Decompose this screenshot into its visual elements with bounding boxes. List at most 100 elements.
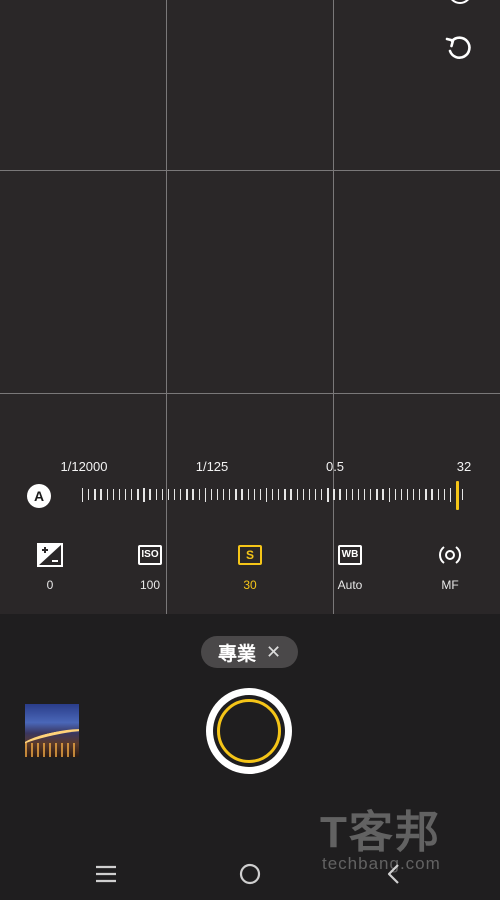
grid-line-horizontal: [0, 170, 500, 171]
scale-label-slow: 0.5: [325, 459, 345, 474]
slider-tick: [198, 489, 200, 500]
mode-iso[interactable]: ISO 100: [120, 543, 180, 592]
auto-mode-button[interactable]: A: [27, 484, 51, 508]
menu-icon[interactable]: [94, 862, 118, 891]
white-balance-value: Auto: [337, 578, 363, 592]
slider-tick: [388, 488, 390, 502]
slider-tick: [216, 489, 219, 500]
camera-screen: 1/12000 1/125 0.5 32 A 0 ISO 100 S 30 WB…: [0, 0, 500, 900]
slider-tick: [308, 489, 311, 500]
slider-tick: [253, 489, 255, 500]
focus-value: MF: [441, 578, 459, 592]
ev-value: 0: [46, 578, 54, 592]
shutter-speed-icon: S: [238, 545, 262, 565]
viewfinder[interactable]: 1/12000 1/125 0.5 32 A 0 ISO 100 S 30 WB…: [0, 0, 500, 614]
slider-tick: [259, 489, 262, 500]
slider-tick: [112, 489, 114, 500]
scale-label-min: 1/12000: [60, 459, 108, 474]
slider-tick: [284, 489, 286, 500]
slider-indicator[interactable]: [456, 481, 459, 510]
scale-label-max: 32: [456, 459, 472, 474]
slider-tick: [290, 489, 292, 500]
slider-tick: [370, 489, 372, 500]
slider-tick: [143, 488, 145, 502]
scale-label-mid: 1/125: [195, 459, 229, 474]
pro-mode-label: 專業: [217, 643, 256, 665]
shutter-speed-value: 30: [243, 578, 257, 592]
slider-tick: [265, 488, 268, 502]
slider-tick: [88, 489, 90, 500]
slider-tick: [449, 488, 452, 502]
watermark-cn: T客邦: [320, 808, 441, 857]
slider-tick: [223, 489, 225, 500]
slider-tick: [118, 489, 121, 500]
slider-tick: [106, 489, 108, 500]
slider-tick: [131, 489, 133, 500]
slider-tick: [419, 489, 421, 500]
grid-line-vertical: [333, 0, 334, 614]
slider-tick: [186, 489, 188, 500]
back-icon[interactable]: [382, 862, 406, 891]
slider-tick: [339, 489, 341, 500]
slider-tick: [345, 489, 347, 500]
settings-circle-icon[interactable]: [448, 0, 472, 4]
slider-tick: [351, 489, 354, 500]
slider-tick: [462, 489, 464, 500]
white-balance-icon: WB: [338, 545, 362, 565]
slider-tick: [382, 489, 384, 500]
slider-tick: [235, 489, 237, 500]
iso-icon: ISO: [138, 545, 162, 565]
mode-exposure-compensation[interactable]: 0: [20, 543, 80, 592]
slider-tick: [241, 489, 243, 500]
slider-tick: [333, 489, 335, 500]
slider-tick: [180, 489, 182, 500]
slider-tick: [173, 489, 176, 500]
slider-tick: [363, 489, 366, 500]
mode-focus[interactable]: MF: [420, 543, 480, 592]
slider-tick: [314, 489, 317, 500]
slider-tick: [425, 489, 427, 500]
slider-tick: [357, 489, 360, 500]
slider-tick: [192, 489, 194, 500]
slider-tick: [437, 489, 439, 500]
shutter-speed-slider[interactable]: [82, 488, 464, 503]
iso-value: 100: [139, 578, 161, 592]
slider-tick: [94, 489, 96, 500]
slider-tick: [278, 489, 280, 500]
slider-tick: [229, 489, 231, 500]
slider-tick: [376, 489, 378, 500]
slider-tick: [443, 489, 445, 500]
focus-icon: [437, 543, 463, 567]
slider-tick: [400, 489, 403, 500]
slider-tick: [296, 489, 298, 500]
mode-shutter-speed[interactable]: S 30: [220, 543, 280, 592]
slider-tick: [167, 489, 170, 500]
slider-tick: [431, 489, 433, 500]
exposure-compensation-icon: [37, 543, 63, 567]
slider-tick: [321, 489, 323, 500]
gallery-thumbnail[interactable]: [25, 704, 79, 757]
slider-tick: [161, 489, 164, 500]
slider-tick: [124, 489, 127, 500]
slider-tick: [155, 489, 157, 500]
mode-white-balance[interactable]: WB Auto: [320, 543, 380, 592]
grid-line-vertical: [166, 0, 167, 614]
pro-mode-chip[interactable]: 專業 ✕: [201, 636, 298, 668]
slider-tick: [247, 489, 249, 500]
slider-tick: [82, 488, 84, 502]
shutter-button[interactable]: [206, 688, 292, 774]
slider-tick: [210, 489, 213, 500]
slider-tick: [149, 489, 151, 500]
slider-tick: [204, 488, 206, 502]
home-icon[interactable]: [238, 862, 262, 891]
rotate-reset-icon[interactable]: [443, 32, 475, 64]
slider-tick: [413, 489, 415, 500]
slider-tick: [137, 489, 139, 500]
slider-tick: [394, 489, 396, 500]
close-icon[interactable]: ✕: [266, 643, 281, 661]
slider-tick: [272, 489, 274, 500]
slider-tick: [302, 489, 304, 500]
grid-line-horizontal: [0, 393, 500, 394]
slider-tick: [100, 489, 102, 500]
slider-tick: [327, 488, 329, 502]
